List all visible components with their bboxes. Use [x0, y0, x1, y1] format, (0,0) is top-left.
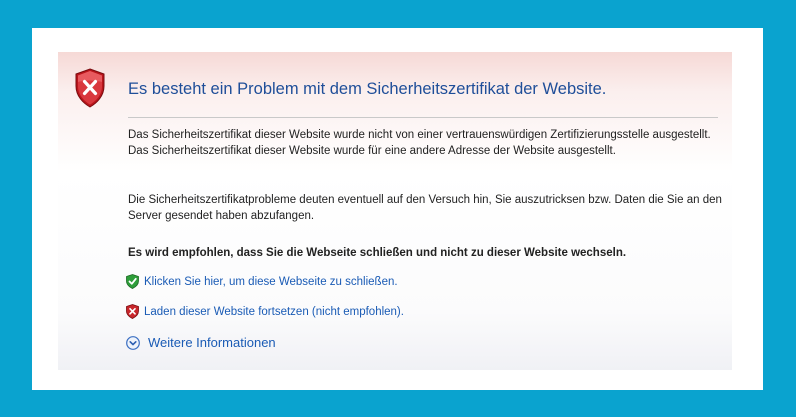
untrusted-issuer-text: Das Sicherheitszertifikat dieser Website…	[128, 129, 711, 141]
problem-description: Das Sicherheitszertifikat dieser Website…	[128, 127, 728, 159]
outer-frame: Es besteht ein Problem mit dem Sicherhei…	[32, 28, 763, 390]
green-shield-check-icon	[126, 274, 139, 289]
recommendation-text: Es wird empfohlen, dass Sie die Webseite…	[128, 247, 627, 259]
divider	[128, 117, 718, 118]
risk-explanation: Die Sicherheitszertifikatprobleme deuten…	[128, 194, 722, 222]
continue-to-website-link[interactable]: Laden dieser Website fortsetzen (nicht e…	[126, 304, 404, 319]
more-information-toggle[interactable]: Weitere Informationen	[126, 335, 276, 350]
expand-chevron-icon[interactable]	[126, 335, 140, 350]
red-shield-x-icon	[126, 304, 139, 319]
error-shield-icon	[75, 68, 105, 108]
more-information-label[interactable]: Weitere Informationen	[148, 335, 276, 350]
continue-link-label[interactable]: Laden dieser Website fortsetzen (nicht e…	[144, 306, 404, 318]
close-page-link-label[interactable]: Klicken Sie hier, um diese Webseite zu s…	[144, 276, 398, 288]
address-mismatch-text: Das Sicherheitszertifikat dieser Website…	[128, 145, 616, 157]
certificate-error-page: Es besteht ein Problem mit dem Sicherhei…	[58, 52, 732, 370]
close-page-link[interactable]: Klicken Sie hier, um diese Webseite zu s…	[126, 274, 398, 289]
page-title: Es besteht ein Problem mit dem Sicherhei…	[128, 80, 607, 98]
